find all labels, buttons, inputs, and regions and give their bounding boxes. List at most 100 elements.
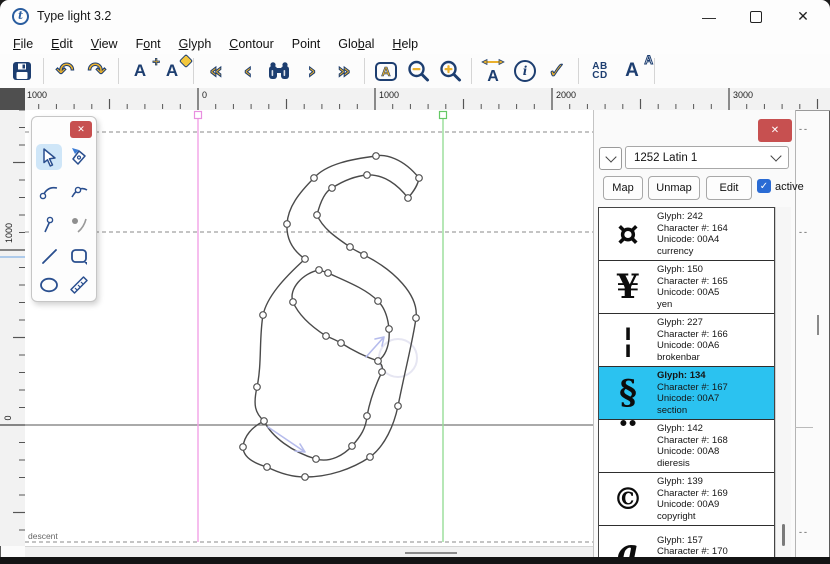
glyph-nodes[interactable]	[240, 153, 423, 481]
menu-help[interactable]: Help	[383, 35, 427, 53]
menu-file[interactable]: File	[4, 35, 42, 53]
curve-node-icon	[68, 181, 90, 203]
maximize-icon	[750, 11, 762, 23]
glyph-unicode: Unicode: 00A4	[657, 234, 728, 246]
zoom-out-button[interactable]	[403, 56, 433, 86]
kerning-button[interactable]: AB CD	[585, 56, 615, 86]
minimize-button[interactable]: —	[686, 0, 732, 33]
pen-tool[interactable]	[66, 144, 92, 170]
first-glyph-button[interactable]: «	[200, 56, 230, 86]
glyph-list-item[interactable]: ¦ Glyph: 227 Character #: 166 Unicode: 0…	[599, 314, 774, 367]
rectangle-tool[interactable]	[66, 243, 92, 269]
ellipse-tool[interactable]	[36, 272, 62, 298]
right-sidebearing-handle[interactable]	[440, 112, 447, 119]
resize-grip[interactable]: --	[799, 527, 809, 537]
menu-view[interactable]: View	[82, 35, 127, 53]
encoding-select[interactable]: 1252 Latin 1	[625, 146, 789, 169]
glyph-list-item[interactable]: ¤ Glyph: 242 Character #: 164 Unicode: 0…	[599, 208, 774, 261]
palette-close-button[interactable]: ✕	[70, 121, 92, 138]
descent-label: descent	[28, 531, 58, 541]
menu-global[interactable]: Global	[329, 35, 383, 53]
close-button[interactable]: ✕	[780, 0, 826, 33]
add-glyph-button[interactable]: A +	[125, 56, 155, 86]
glyph-list-scrollbar[interactable]	[775, 207, 791, 557]
v-ruler-ticks	[0, 110, 25, 546]
glyph-preview: ¤	[599, 214, 657, 254]
toolbar-separator	[471, 58, 472, 84]
info-button[interactable]: i	[510, 56, 540, 86]
outer-scrollbar-thumb[interactable]	[817, 315, 819, 335]
undo-button[interactable]: ↶	[50, 56, 80, 86]
line-node-icon	[38, 214, 60, 236]
active-label: active	[775, 181, 804, 193]
line-tool[interactable]	[36, 243, 62, 269]
v-ruler-marker	[0, 256, 25, 258]
toolbar-separator	[654, 58, 655, 84]
select-tool[interactable]	[36, 144, 62, 170]
erase-glyph-button[interactable]: A	[157, 56, 187, 86]
title-bar[interactable]: t Type light 3.2 — ✕	[0, 0, 830, 34]
panel-close-button[interactable]: ✕	[758, 119, 792, 142]
check-icon: ✓	[760, 181, 768, 192]
edit-button[interactable]: Edit	[706, 176, 752, 200]
menu-edit[interactable]: Edit	[42, 35, 82, 53]
ruler-icon	[68, 274, 90, 296]
ruler-corner	[0, 88, 25, 111]
tangent-tool[interactable]	[66, 212, 92, 238]
encoding-value: 1252 Latin 1	[634, 152, 697, 164]
glyph-list-item[interactable]: ¨ Glyph: 142 Character #: 168 Unicode: 0…	[599, 420, 774, 473]
menu-bar: File Edit View Font Glyph Contour Point …	[0, 34, 830, 54]
preview-button[interactable]: A A	[617, 56, 647, 86]
left-sidebearing-handle[interactable]	[195, 112, 202, 119]
measure-tool[interactable]	[66, 272, 92, 298]
glyph-unicode: Unicode: 00A6	[657, 340, 728, 352]
resize-grip[interactable]: --	[799, 227, 809, 237]
encoding-menu-button[interactable]	[599, 147, 622, 170]
menu-glyph[interactable]: Glyph	[170, 35, 221, 53]
glyph-editor-canvas[interactable]: descent	[25, 110, 593, 546]
glyph-list-item[interactable]: ¥ Glyph: 150 Character #: 165 Unicode: 0…	[599, 261, 774, 314]
cursor-icon	[38, 146, 60, 168]
glyph-number: Glyph: 157	[657, 535, 728, 547]
window-title: Type light 3.2	[37, 9, 111, 23]
glyph-unicode: Unicode: 00A5	[657, 287, 728, 299]
line-node-tool[interactable]	[36, 212, 62, 238]
undo-icon: ↶	[56, 59, 74, 84]
horizontal-scrollbar-thumb[interactable]	[405, 552, 457, 554]
glyph-list[interactable]: ¤ Glyph: 242 Character #: 164 Unicode: 0…	[598, 207, 775, 557]
curve-node-tool-2[interactable]	[66, 179, 92, 205]
curve-node-tool[interactable]	[36, 179, 62, 205]
next-glyph-button[interactable]: ›	[296, 56, 326, 86]
active-checkbox[interactable]: ✓	[757, 179, 771, 193]
glyph-outline-drawing	[25, 110, 593, 546]
last-glyph-button[interactable]: »	[328, 56, 358, 86]
map-button[interactable]: Map	[603, 176, 643, 200]
resize-grip[interactable]: --	[799, 124, 809, 134]
find-glyph-button[interactable]	[264, 56, 294, 86]
redo-button[interactable]: ↷	[82, 56, 112, 86]
glyph-number: Glyph: 150	[657, 264, 728, 276]
prev-glyph-button[interactable]: ‹	[232, 56, 262, 86]
menu-font[interactable]: Font	[127, 35, 170, 53]
boxed-a-icon: A	[375, 62, 396, 81]
tool-palette[interactable]: ✕	[31, 116, 97, 302]
unmap-button[interactable]: Unmap	[648, 176, 700, 200]
maximize-button[interactable]	[733, 0, 779, 33]
save-button[interactable]	[7, 56, 37, 86]
glyph-list-item[interactable]: © Glyph: 139 Character #: 169 Unicode: 0…	[599, 473, 774, 526]
fit-glyph-button[interactable]: A	[371, 56, 401, 86]
zoom-in-button[interactable]	[435, 56, 465, 86]
v-ruler-label: 1000	[4, 218, 14, 248]
vertical-ruler[interactable]: 1000 0	[0, 110, 26, 546]
glyph-list-scrollbar-thumb[interactable]	[782, 524, 785, 546]
glyph-list-item-selected[interactable]: § Glyph: 134 Character #: 167 Unicode: 0…	[599, 367, 774, 420]
horizontal-ruler[interactable]: 1000 0 1000 2000 3000	[25, 88, 830, 111]
menu-contour[interactable]: Contour	[220, 35, 282, 53]
glyph-name: currency	[657, 246, 728, 258]
menu-point[interactable]: Point	[283, 35, 330, 53]
glyph-preview: §	[599, 373, 657, 413]
validate-button[interactable]: ✓	[542, 56, 572, 86]
metrics-button[interactable]: A	[478, 56, 508, 86]
ellipse-icon	[38, 274, 60, 296]
glyph-list-item[interactable]: a Glyph: 157 Character #: 170 Unicode: 0…	[599, 526, 774, 557]
